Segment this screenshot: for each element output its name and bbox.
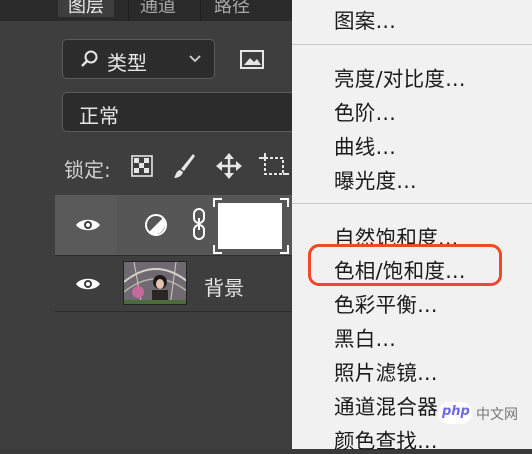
tab-divider bbox=[128, 0, 129, 21]
menu-item-brightness-contrast[interactable]: 亮度/对比度... bbox=[334, 62, 466, 92]
mask-selection-corner bbox=[280, 198, 289, 207]
chain-link-icon[interactable] bbox=[191, 207, 207, 241]
tab-layers[interactable]: 图层 bbox=[58, 0, 114, 17]
search-icon bbox=[81, 50, 98, 67]
menu-separator bbox=[292, 203, 532, 204]
chevron-down-icon bbox=[189, 55, 201, 63]
menu-item-pattern[interactable]: 图案... bbox=[334, 4, 396, 34]
blend-mode-select[interactable]: 正常 bbox=[62, 92, 292, 132]
eye-icon[interactable] bbox=[75, 276, 101, 292]
image-filter-icon[interactable] bbox=[240, 49, 266, 71]
adjustment-menu: 图案... 亮度/对比度... 色阶... 曲线... 曝光度... 自然饱和度… bbox=[292, 0, 532, 453]
lock-image-pixels-icon[interactable] bbox=[172, 152, 196, 180]
menu-item-levels[interactable]: 色阶... bbox=[334, 96, 396, 126]
background-layer-thumbnail[interactable] bbox=[123, 261, 187, 305]
blend-mode-label: 正常 bbox=[79, 104, 119, 128]
layer-mask-thumbnail[interactable] bbox=[218, 203, 282, 249]
lock-transparent-pixels-icon[interactable] bbox=[131, 155, 153, 177]
menu-item-black-white[interactable]: 黑白... bbox=[334, 322, 396, 352]
layer-filter-select[interactable]: 类型 bbox=[62, 39, 215, 79]
menu-item-photo-filter[interactable]: 照片滤镜... bbox=[334, 356, 438, 386]
mask-selection-corner bbox=[213, 245, 222, 254]
layers-panel: 图层 通道 路径 类型 正常 锁定: 背景 bbox=[0, 0, 292, 449]
adjustment-circle-icon bbox=[145, 214, 167, 236]
lock-label: 锁定: bbox=[64, 158, 111, 182]
menu-item-curves[interactable]: 曲线... bbox=[334, 130, 396, 160]
layer-name: 背景 bbox=[204, 276, 244, 300]
lock-artboard-icon[interactable] bbox=[259, 153, 289, 179]
filter-kind-label: 类型 bbox=[107, 51, 147, 75]
menu-separator bbox=[292, 44, 532, 45]
menu-item-exposure[interactable]: 曝光度... bbox=[334, 164, 417, 194]
mask-selection-corner bbox=[213, 198, 222, 207]
menu-item-color-balance[interactable]: 色彩平衡... bbox=[334, 288, 438, 318]
highlight-box bbox=[308, 244, 502, 286]
watermark-text: 中文网 bbox=[476, 407, 518, 423]
watermark: php 中文网 bbox=[438, 400, 532, 426]
watermark-logo: php bbox=[438, 402, 472, 424]
menu-item-color-lookup[interactable]: 颜色查找... bbox=[334, 424, 438, 454]
tab-paths[interactable]: 路径 bbox=[204, 0, 260, 17]
lock-position-icon[interactable] bbox=[215, 152, 243, 180]
panel-tab-bar: 图层 通道 路径 bbox=[0, 0, 292, 21]
layers-empty-area bbox=[55, 312, 292, 449]
tab-divider bbox=[200, 0, 201, 21]
tab-channels[interactable]: 通道 bbox=[130, 0, 186, 17]
eye-icon[interactable] bbox=[75, 217, 101, 233]
mask-selection-corner bbox=[280, 245, 289, 254]
